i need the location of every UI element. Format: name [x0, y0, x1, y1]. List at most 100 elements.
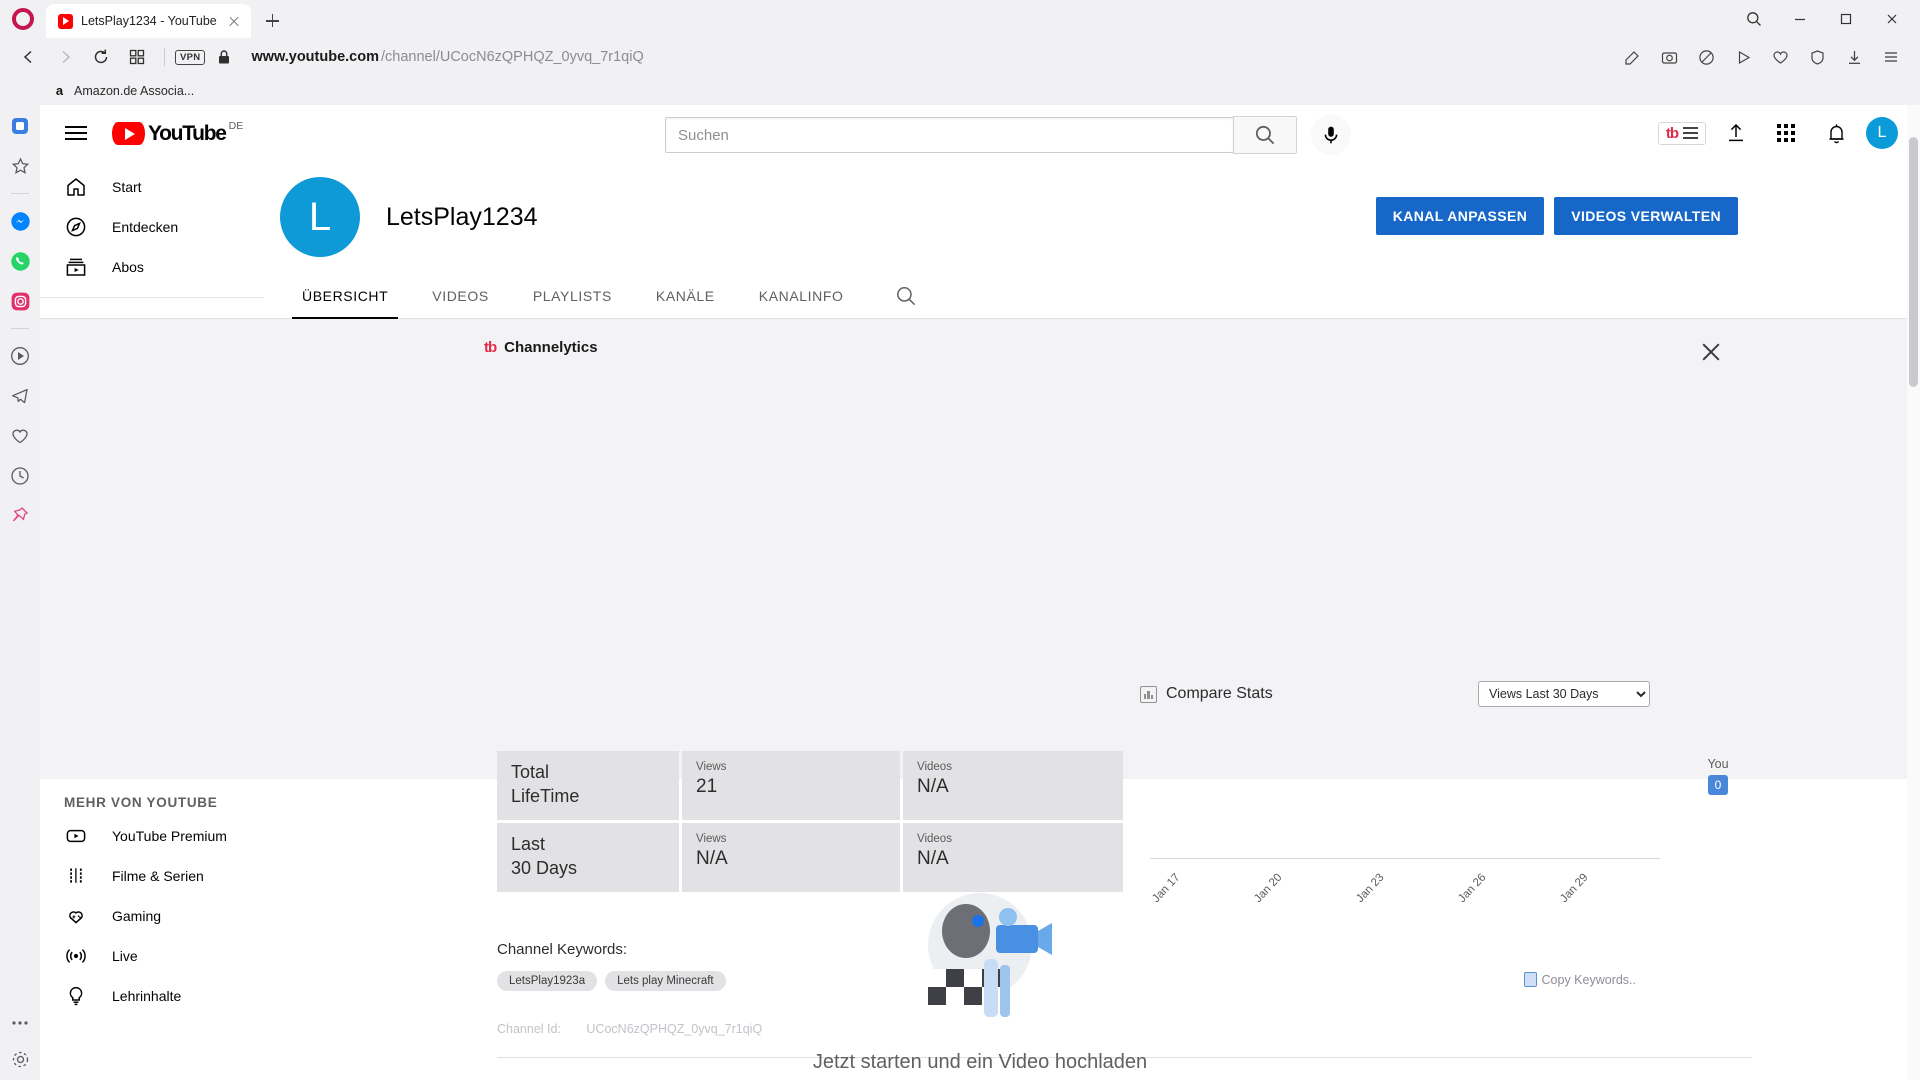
apps-grid-icon[interactable] — [1766, 113, 1806, 153]
settings-icon[interactable] — [7, 1046, 33, 1072]
youtube-favicon-icon — [58, 13, 73, 29]
sidebar-divider — [11, 328, 29, 329]
window-close-icon[interactable] — [1870, 3, 1914, 35]
edit-icon[interactable] — [1615, 42, 1649, 72]
stats-views-label: Views — [696, 833, 727, 845]
sidebar-item-youtube-premium[interactable]: YouTube Premium — [40, 816, 280, 856]
tab-kanalinfo[interactable]: KANALINFO — [737, 273, 866, 319]
chart-x-axis — [1150, 858, 1660, 859]
address-bar[interactable]: www.youtube.com/channel/UCocN6zQPHQZ_0yv… — [243, 49, 1613, 65]
tubebuddy-menu-icon — [1683, 127, 1698, 139]
channel-name: LetsPlay1234 — [386, 202, 538, 231]
compare-stats-label: Compare Stats — [1166, 685, 1273, 702]
browser-tab[interactable]: LetsPlay1234 - YouTube — [46, 4, 251, 38]
reload-icon[interactable] — [84, 42, 118, 72]
youtube-masthead: YouTube DE Suchen tb L — [40, 105, 1920, 161]
opera-sidebar-bottom — [0, 1010, 40, 1072]
search-area: Suchen — [665, 115, 1351, 155]
guide-menu-icon[interactable] — [56, 113, 96, 153]
screenshot-icon[interactable] — [1652, 42, 1686, 72]
youtube-play-icon — [112, 121, 145, 145]
whatsapp-icon[interactable] — [7, 248, 33, 274]
empty-state: Jetzt starten und ein Video hochladen — [40, 873, 1920, 1074]
shield-icon[interactable] — [1800, 42, 1834, 72]
maximize-icon[interactable] — [1824, 3, 1868, 35]
search-button[interactable] — [1233, 116, 1297, 154]
channelytics-title: tb Channelytics — [484, 339, 598, 356]
url-path: /channel/UCocN6zQPHQZ_0yvq_7r1qiQ — [381, 49, 644, 65]
tab-kanaele[interactable]: KANÄLE — [634, 273, 737, 319]
stats-videos-label: Videos — [917, 833, 952, 845]
tubebuddy-logo-mark: tb — [484, 339, 497, 356]
tab-playlists[interactable]: PLAYLISTS — [511, 273, 634, 319]
heart-icon[interactable] — [1763, 42, 1797, 72]
instagram-icon[interactable] — [7, 288, 33, 314]
masthead-actions: tb L — [1657, 113, 1898, 153]
player-icon[interactable] — [7, 343, 33, 369]
close-icon[interactable] — [1698, 339, 1724, 365]
more-icon[interactable] — [7, 1010, 33, 1036]
legend-series-value: 0 — [1708, 775, 1728, 795]
menu-icon[interactable] — [1874, 42, 1908, 72]
scrollbar-thumb[interactable] — [1909, 137, 1918, 387]
address-bar-actions — [1615, 42, 1908, 72]
customize-channel-button[interactable]: KANAL ANPASSEN — [1375, 197, 1545, 235]
stats-views-value: N/A — [696, 848, 728, 869]
search-icon[interactable] — [1732, 3, 1776, 35]
stats-views-value: 21 — [696, 776, 718, 797]
channel-identity: L LetsPlay1234 KANAL ANPASSEN VIDEOS VER… — [40, 161, 1920, 273]
channelytics-panel: tb Channelytics Compare Stats Views Last… — [40, 319, 1920, 1058]
player-icon[interactable] — [1726, 42, 1760, 72]
vpn-badge[interactable]: VPN — [175, 49, 206, 65]
stat-range-select[interactable]: Views Last 30 DaysViews Last 90 DaysSubs… — [1478, 681, 1650, 707]
tab-videos[interactable]: VIDEOS — [410, 273, 511, 319]
pinboard-icon[interactable] — [7, 503, 33, 529]
adblock-icon[interactable] — [1689, 42, 1723, 72]
stats-videos-cell: Videos N/A — [903, 751, 1123, 820]
bookmarks-icon[interactable] — [7, 153, 33, 179]
upload-icon[interactable] — [1716, 113, 1756, 153]
tab-uebersicht[interactable]: ÜBERSICHT — [280, 273, 410, 319]
download-icon[interactable] — [1837, 42, 1871, 72]
messenger-icon[interactable] — [7, 208, 33, 234]
notifications-bell-icon[interactable] — [1816, 113, 1856, 153]
favorites-icon[interactable] — [7, 423, 33, 449]
url-domain: www.youtube.com — [251, 49, 379, 65]
youtube-logo[interactable]: YouTube DE — [112, 120, 243, 145]
empty-state-title: Jetzt starten und ein Video hochladen — [812, 1051, 1148, 1073]
stats-period-line2: LifeTime — [511, 785, 580, 806]
stats-videos-label: Videos — [917, 761, 952, 773]
chart-legend: You 0 — [1695, 757, 1741, 795]
bookmark-item[interactable]: a Amazon.de Associa... — [46, 80, 200, 101]
channelytics-title-label: Channelytics — [504, 339, 598, 356]
voice-search-icon[interactable] — [1311, 115, 1351, 155]
window-controls — [1732, 0, 1920, 38]
tab-grid-icon[interactable] — [120, 42, 154, 72]
workspace-icon[interactable] — [7, 113, 33, 139]
forward-icon[interactable] — [48, 42, 82, 72]
back-icon[interactable] — [12, 42, 46, 72]
manage-videos-button[interactable]: VIDEOS VERWALTEN — [1554, 197, 1738, 235]
history-icon[interactable] — [7, 463, 33, 489]
sidebar-divider — [11, 193, 29, 194]
channel-avatar[interactable]: L — [280, 177, 360, 257]
page-viewport: YouTube DE Suchen tb L Start Entdecken A… — [40, 105, 1920, 1080]
browser-chrome: LetsPlay1234 - YouTube VPN www.youtube.c… — [0, 0, 1920, 105]
tubebuddy-icon[interactable]: tb — [1657, 121, 1706, 145]
search-icon[interactable] — [884, 273, 928, 319]
avatar[interactable]: L — [1866, 117, 1898, 149]
stats-views-label: Views — [696, 761, 727, 773]
stats-videos-value: N/A — [917, 848, 949, 869]
page-scrollbar[interactable] — [1907, 105, 1920, 1080]
toolbar-divider — [164, 48, 165, 66]
upload-video-illustration — [900, 873, 1060, 1033]
channel-header-area: L LetsPlay1234 KANAL ANPASSEN VIDEOS VER… — [40, 161, 1920, 319]
new-tab-button[interactable] — [257, 6, 287, 36]
search-input[interactable]: Suchen — [665, 117, 1233, 153]
bookmark-label: Amazon.de Associa... — [74, 83, 195, 98]
telegram-icon[interactable] — [7, 383, 33, 409]
stats-videos-value: N/A — [917, 776, 949, 797]
close-icon[interactable] — [225, 12, 243, 30]
minimize-icon[interactable] — [1778, 3, 1822, 35]
lock-icon[interactable] — [207, 42, 241, 72]
